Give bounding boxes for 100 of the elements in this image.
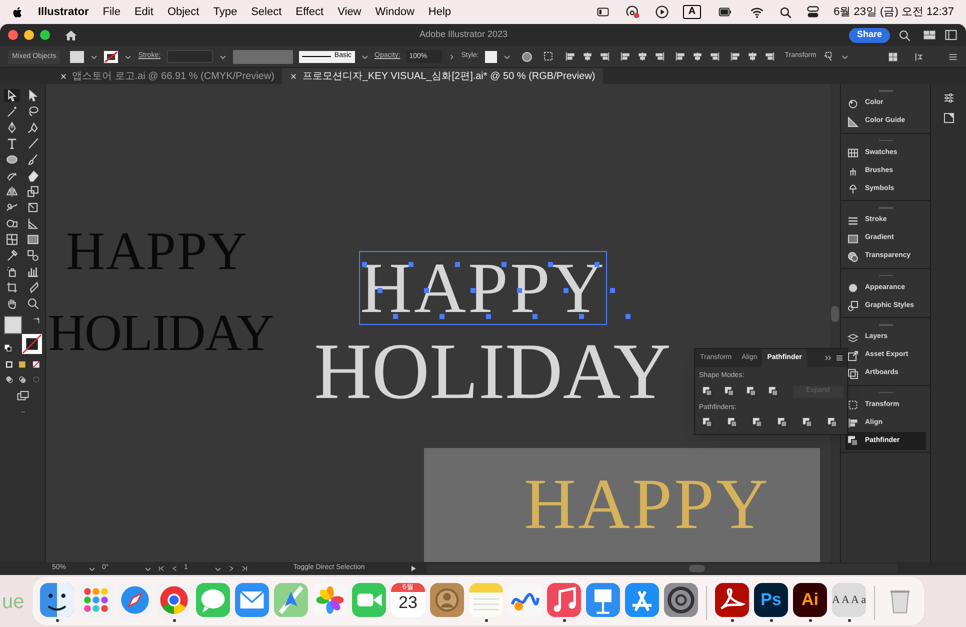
pathfinder-icon[interactable] — [702, 417, 713, 428]
toggles-icon[interactable] — [806, 5, 820, 19]
sliders-icon[interactable] — [942, 92, 954, 104]
shape-mode-icon[interactable] — [702, 386, 713, 397]
next-page-icon[interactable] — [228, 565, 235, 572]
close-window-button[interactable] — [8, 30, 18, 40]
share-button[interactable]: Share — [848, 28, 890, 42]
gradient-icon[interactable] — [24, 233, 40, 246]
menu-item[interactable]: Object — [167, 4, 200, 20]
stroke-weight-field[interactable] — [166, 50, 213, 63]
menu-item[interactable]: View — [338, 4, 362, 20]
grid-icon[interactable] — [888, 52, 898, 62]
screen-mode-icon[interactable] — [14, 390, 30, 402]
align-icon[interactable] — [564, 51, 576, 62]
document-tab[interactable]: 프로모션디자_KEY VISUAL_심화[2편].ai* @ 50 % (RGB/Preview) — [282, 68, 604, 84]
close-icon[interactable] — [60, 72, 67, 80]
list-icon[interactable] — [948, 52, 958, 62]
default-colors-icon[interactable] — [4, 344, 12, 352]
menu-bar-clock[interactable]: 6월 23일 (금) 오전 12:37 — [834, 4, 954, 20]
menu-icon[interactable] — [835, 354, 844, 362]
wifi-icon[interactable] — [748, 6, 765, 18]
layout-grid-icon[interactable] — [923, 29, 936, 41]
shape-mode-icon[interactable] — [746, 386, 757, 397]
squiggle-icon[interactable] — [508, 583, 542, 617]
align-icon[interactable] — [654, 51, 665, 62]
align-icon[interactable] — [674, 51, 686, 62]
menu-item[interactable]: Type — [213, 4, 238, 20]
artboard-icon[interactable] — [4, 281, 20, 294]
dot-grid-icon[interactable] — [79, 583, 113, 617]
previous-page-icon[interactable] — [171, 565, 178, 572]
reflect-icon[interactable] — [4, 185, 20, 198]
last-page-icon[interactable] — [241, 565, 248, 572]
style-swatch[interactable] — [484, 50, 497, 62]
align-icon[interactable] — [746, 51, 758, 62]
person-card-icon[interactable] — [430, 583, 464, 617]
align-icon[interactable] — [764, 51, 775, 62]
app-icon[interactable]: Ai — [793, 583, 827, 617]
mesh-icon[interactable] — [4, 233, 20, 246]
menu-item[interactable]: Help — [428, 4, 452, 20]
broadcast-icon[interactable] — [625, 5, 642, 19]
menu-item[interactable]: Effect — [296, 4, 324, 20]
align-icon[interactable] — [598, 51, 610, 62]
close-icon[interactable] — [290, 72, 298, 80]
pathfinder-icon[interactable] — [802, 417, 813, 428]
menu-item[interactable]: Select — [251, 4, 282, 20]
none-mode-icon[interactable] — [32, 360, 40, 369]
play-icon[interactable] — [655, 5, 670, 19]
page-export-icon[interactable] — [942, 112, 954, 124]
variable-width-field[interactable] — [232, 50, 293, 64]
menu-item[interactable]: Edit — [134, 4, 154, 20]
fill-color-swatch[interactable] — [4, 316, 22, 334]
map-icon[interactable] — [274, 583, 308, 617]
flower-icon[interactable] — [313, 583, 347, 617]
display-icon[interactable] — [595, 6, 612, 18]
gear-icon[interactable] — [664, 583, 698, 617]
draw-normal-icon[interactable] — [5, 375, 14, 384]
music-note-icon[interactable] — [547, 583, 581, 617]
scroll-thumb[interactable] — [689, 565, 705, 572]
shape-mode-icon[interactable] — [724, 386, 735, 397]
align-icon[interactable] — [692, 51, 703, 62]
scroll-thumb[interactable] — [831, 306, 839, 322]
draw-behind-icon[interactable] — [18, 375, 27, 384]
apple-logo-icon[interactable] — [12, 6, 24, 18]
input-source-indicator[interactable]: A — [683, 5, 701, 19]
warp-icon[interactable] — [4, 201, 20, 214]
pathfinder-icon[interactable] — [752, 417, 763, 428]
zoom-window-button[interactable] — [40, 30, 50, 40]
stroke-none-swatch[interactable] — [22, 334, 42, 354]
lectern-icon[interactable] — [586, 583, 620, 617]
app-menu[interactable]: Illustrator — [38, 4, 89, 20]
color-mode-icon[interactable] — [5, 360, 14, 369]
align-icon[interactable] — [708, 51, 720, 62]
tricolor-circle-icon[interactable] — [157, 583, 191, 617]
align-icon[interactable] — [636, 51, 648, 62]
play-triangle-icon[interactable] — [410, 565, 417, 572]
chevron-right-icon[interactable] — [448, 52, 456, 60]
pathfinder-icon[interactable] — [777, 417, 788, 428]
shape-mode-icon[interactable] — [768, 386, 779, 397]
pathfinder-icon[interactable] — [827, 417, 838, 428]
globe-icon[interactable] — [520, 50, 533, 62]
scale-icon[interactable] — [24, 185, 40, 198]
menu-item[interactable]: Window — [375, 4, 414, 20]
shape-builder-icon[interactable] — [4, 217, 20, 230]
first-page-icon[interactable] — [158, 565, 165, 572]
align-icon[interactable] — [730, 51, 741, 62]
no-stroke-swatch[interactable] — [104, 50, 118, 62]
menu-item[interactable]: File — [102, 4, 120, 20]
envelope-icon[interactable] — [235, 583, 269, 617]
swap-arrow-icon[interactable] — [32, 316, 41, 325]
blend-icon[interactable] — [24, 249, 40, 262]
align-icon[interactable] — [620, 51, 631, 62]
search-icon[interactable] — [898, 28, 911, 42]
fill-swatch[interactable] — [70, 50, 84, 62]
pathfinder-icon[interactable] — [727, 417, 738, 428]
search-icon[interactable] — [778, 6, 792, 18]
gradient-mode-icon[interactable] — [18, 360, 27, 369]
double-chevron-icon[interactable] — [824, 354, 832, 362]
panel-icon[interactable] — [944, 29, 958, 41]
home-icon[interactable] — [64, 28, 78, 42]
align-icon[interactable] — [582, 51, 593, 62]
